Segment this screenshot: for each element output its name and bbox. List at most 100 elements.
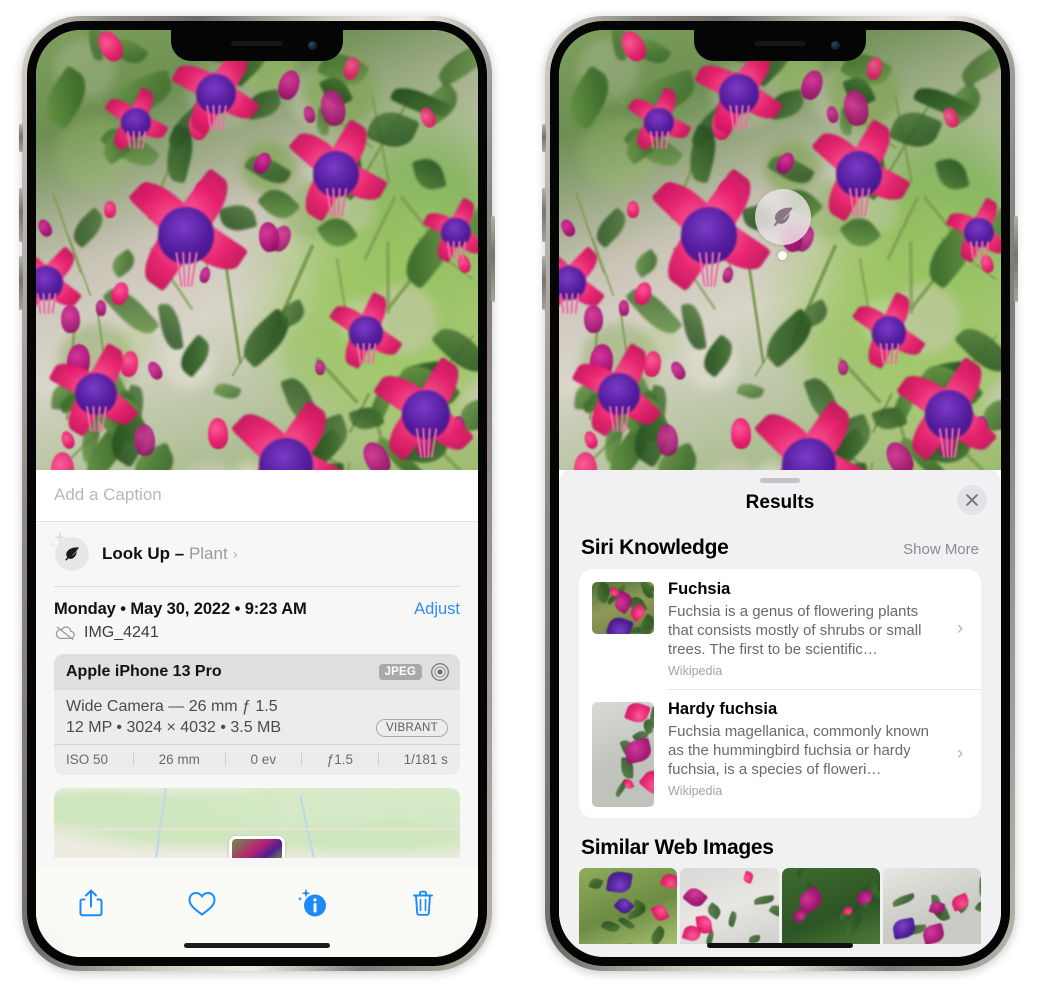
exif-separator xyxy=(300,753,302,765)
knowledge-item-source: Wikipedia xyxy=(668,784,723,799)
flower-corolla xyxy=(719,73,759,114)
photo-viewer[interactable] xyxy=(559,30,1001,470)
look-up-title: Look Up xyxy=(102,544,170,563)
thumbnail-flower xyxy=(891,917,917,940)
map-photo-pin[interactable] xyxy=(229,835,285,858)
earpiece-speaker xyxy=(754,41,806,46)
exif-row: ISO 50 26 mm 0 ev ƒ1.5 1/181 s xyxy=(54,743,460,775)
web-image-1[interactable] xyxy=(579,868,678,945)
share-button[interactable] xyxy=(65,883,117,923)
thumbnail-leaf xyxy=(648,924,669,945)
flower-bud xyxy=(198,266,213,284)
thumbnail-leaf xyxy=(588,876,603,891)
silent-switch[interactable] xyxy=(19,124,23,152)
results-header: Results xyxy=(559,483,1001,518)
plant-leaf xyxy=(411,154,447,194)
camera-info-card[interactable]: Apple iPhone 13 Pro JPEG Wide Camera — 2… xyxy=(54,653,460,775)
caption-input[interactable]: Add a Caption xyxy=(36,470,478,522)
web-image-4[interactable] xyxy=(882,868,981,945)
icloud-slash-icon xyxy=(55,625,75,640)
home-indicator[interactable] xyxy=(707,943,853,948)
exif-shutter-speed: 1/181 s xyxy=(403,751,448,767)
exif-iso: ISO 50 xyxy=(66,751,109,767)
thumbnail-flower xyxy=(741,871,755,885)
flower-corolla xyxy=(964,218,994,248)
map-road xyxy=(154,787,167,858)
similar-web-images-header: Similar Web Images xyxy=(559,818,1001,866)
photo-viewer[interactable] xyxy=(36,30,478,470)
knowledge-item-title: Hardy fuchsia xyxy=(668,700,778,719)
camera-card-header: Apple iPhone 13 Pro JPEG xyxy=(54,653,460,690)
delete-button[interactable] xyxy=(397,883,449,923)
silent-switch[interactable] xyxy=(542,124,546,152)
trash-icon xyxy=(412,890,433,916)
close-button[interactable] xyxy=(957,485,987,515)
flower-bud xyxy=(36,216,55,239)
chevron-right-icon: › xyxy=(956,742,964,764)
flower-bud xyxy=(627,201,640,219)
thumbnail-flower xyxy=(659,870,678,891)
web-image-3[interactable] xyxy=(781,868,880,945)
location-map[interactable] xyxy=(54,787,460,858)
flower-corolla xyxy=(441,218,471,248)
knowledge-item-fuchsia[interactable]: Fuchsia Fuchsia is a genus of flowering … xyxy=(579,569,981,689)
plant-stem xyxy=(745,255,765,365)
flower-bud xyxy=(582,429,601,451)
show-more-button[interactable]: Show More xyxy=(903,541,979,558)
visual-lookup-anchor-dot xyxy=(778,251,787,260)
front-camera-icon xyxy=(308,41,317,50)
camera-lens-line: Wide Camera — 26 mm ƒ 1.5 xyxy=(66,697,278,715)
earpiece-speaker xyxy=(231,41,283,46)
screenshot-stage: Add a Caption Look Up – Plant › Monday •… xyxy=(0,0,1055,985)
photo-filename: IMG_4241 xyxy=(84,623,159,641)
flower-bud xyxy=(132,423,156,457)
thumbnail-flower xyxy=(650,902,670,923)
plant-leaf xyxy=(213,379,242,402)
thumbnail-flower xyxy=(605,614,635,634)
flower-corolla xyxy=(121,108,151,138)
volume-down-button[interactable] xyxy=(19,256,23,310)
thumbnail-leaf xyxy=(891,892,916,908)
info-button[interactable] xyxy=(286,883,338,923)
flower-bud xyxy=(559,216,578,239)
knowledge-item-description: Fuchsia is a genus of flowering plants t… xyxy=(668,602,922,658)
volume-down-button[interactable] xyxy=(542,256,546,310)
knowledge-item-title: Fuchsia xyxy=(668,580,731,598)
power-button[interactable] xyxy=(491,216,495,302)
thumbnail-leaf xyxy=(768,902,779,920)
device-bezel: Add a Caption Look Up – Plant › Monday •… xyxy=(27,21,487,966)
volume-up-button[interactable] xyxy=(19,188,23,242)
notch xyxy=(694,30,866,61)
flower-corolla xyxy=(644,108,674,138)
flower-bud xyxy=(95,300,107,317)
chevron-right-icon: › xyxy=(232,545,238,563)
visual-lookup-badge[interactable] xyxy=(755,189,811,245)
map-road xyxy=(54,828,460,830)
device-bezel: Results Siri Knowledge Show More Fuchsia… xyxy=(550,21,1010,966)
flower-bud xyxy=(721,266,736,284)
flower-bud xyxy=(730,417,752,449)
flower-corolla xyxy=(349,316,383,350)
plant-stem xyxy=(222,255,242,365)
thumbnail-leaf xyxy=(621,940,639,945)
flower-corolla xyxy=(196,73,236,114)
photographic-style-badge: VIBRANT xyxy=(376,718,448,737)
section-title: Similar Web Images xyxy=(581,836,774,860)
power-button[interactable] xyxy=(1014,216,1018,302)
look-up-icon-wrap xyxy=(49,531,92,575)
home-indicator[interactable] xyxy=(184,943,330,948)
fuchsia-thumbnail xyxy=(592,582,654,634)
knowledge-item-hardy-fuchsia[interactable]: Hardy fuchsia Fuchsia magellanica, commo… xyxy=(579,689,981,818)
knowledge-item-body: Hardy fuchsia Fuchsia magellanica, commo… xyxy=(654,700,951,807)
web-image-2[interactable] xyxy=(680,868,779,945)
plant-leaf xyxy=(679,301,707,352)
volume-up-button[interactable] xyxy=(542,188,546,242)
leaf-icon xyxy=(65,547,80,561)
flower-stamen xyxy=(47,292,51,314)
flower-corolla xyxy=(872,316,906,350)
adjust-button[interactable]: Adjust xyxy=(414,600,460,619)
close-icon xyxy=(966,494,978,506)
look-up-row[interactable]: Look Up – Plant › xyxy=(36,522,478,586)
favorite-button[interactable] xyxy=(176,883,228,923)
thumbnail-flower xyxy=(637,765,654,800)
